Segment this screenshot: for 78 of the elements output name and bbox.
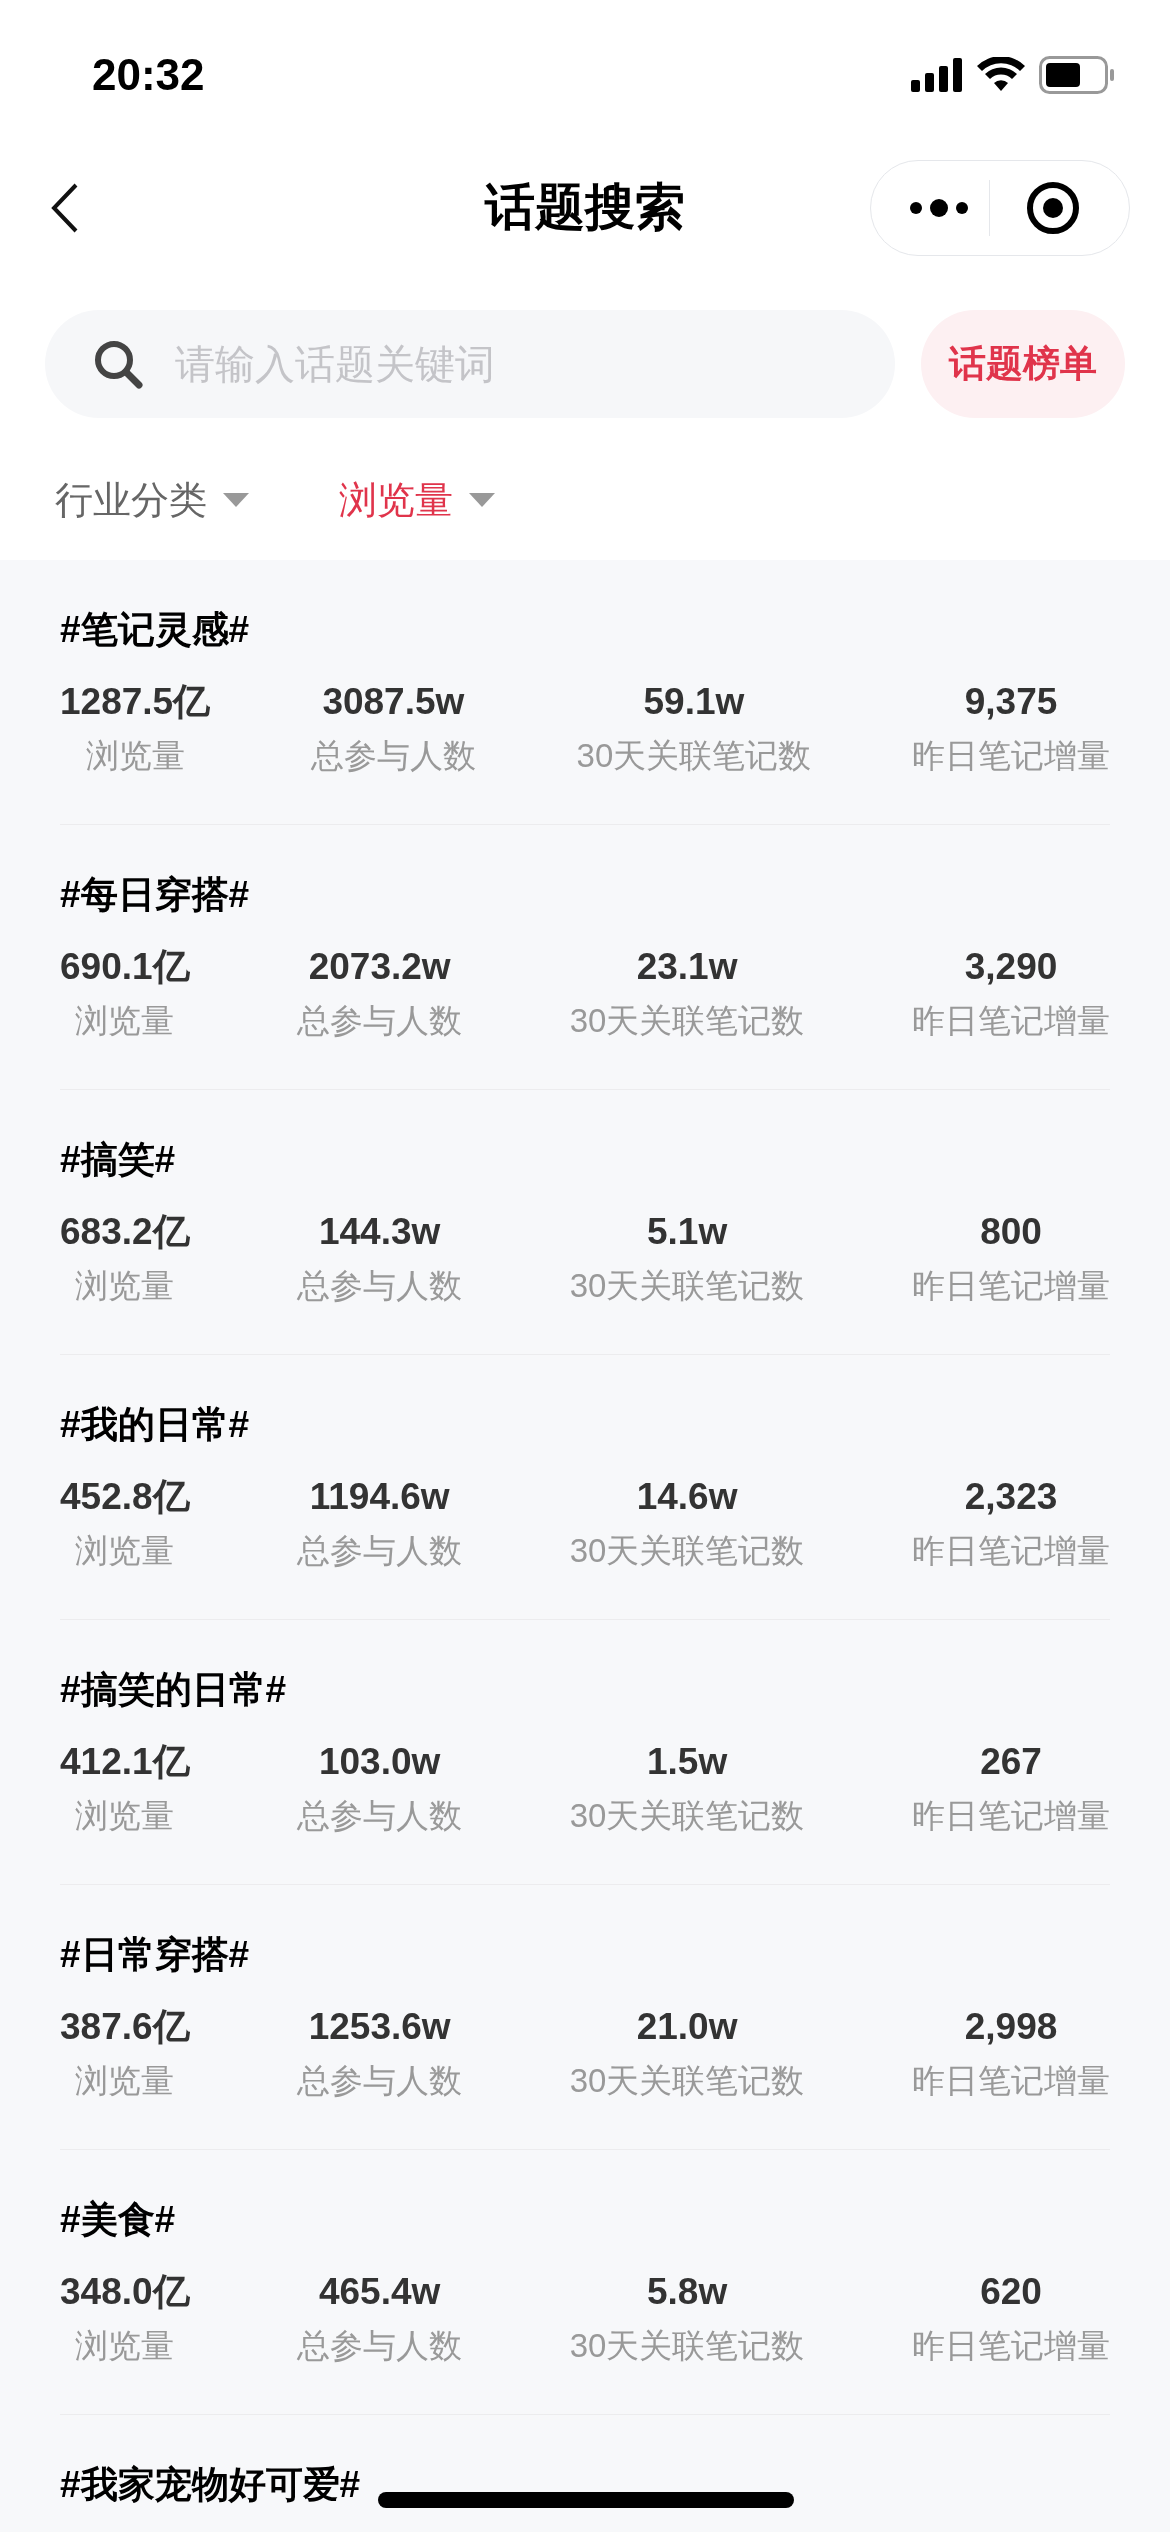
stat-value: 452.8亿 (60, 1475, 190, 1519)
stat-label: 总参与人数 (297, 1531, 463, 1571)
topic-title[interactable]: #日常穿搭# (60, 1931, 1110, 1979)
stat-label: 总参与人数 (297, 1001, 463, 1041)
stat-value: 465.4w (318, 2270, 441, 2314)
stat-label: 浏览量 (75, 1266, 175, 1306)
stat-value: 1.5w (646, 1740, 728, 1784)
stat-label: 浏览量 (75, 1001, 175, 1041)
battery-icon (1039, 56, 1115, 94)
dropdown-caret-icon (223, 493, 249, 507)
stat-label: 总参与人数 (297, 1266, 463, 1306)
more-icon[interactable] (909, 197, 969, 218)
stat-value: 21.0w (636, 2005, 738, 2049)
topic-title[interactable]: #搞笑的日常# (60, 1666, 1110, 1714)
topic-title[interactable]: #美食# (60, 2196, 1110, 2244)
stat-label: 昨日笔记增量 (912, 1001, 1110, 1041)
stat-value: 267 (980, 1740, 1042, 1784)
stat-label: 浏览量 (75, 1531, 175, 1571)
stat-value: 348.0亿 (60, 2270, 190, 2314)
stat-label: 浏览量 (85, 736, 185, 776)
stat-value: 1253.6w (308, 2005, 451, 2049)
stat-value: 9,375 (964, 680, 1058, 724)
stat-value: 59.1w (643, 680, 745, 724)
stat-label: 30天关联笔记数 (569, 2061, 805, 2101)
stat-value: 412.1亿 (60, 1740, 190, 1784)
topic-title[interactable]: #笔记灵感# (60, 606, 1110, 654)
topic-ranking-button[interactable]: 话题榜单 (921, 310, 1125, 418)
topic-title[interactable]: #我家宠物好可爱# (60, 2461, 1110, 2509)
stat-value: 1194.6w (309, 1475, 450, 1519)
stat-label: 30天关联笔记数 (576, 736, 812, 776)
stat-label: 昨日笔记增量 (912, 1531, 1110, 1571)
stat-value: 3087.5w (322, 680, 465, 724)
topic-title[interactable]: #搞笑# (60, 1136, 1110, 1184)
stat-label: 昨日笔记增量 (912, 736, 1110, 776)
topic-title[interactable]: #每日穿搭# (60, 871, 1110, 919)
stat-value: 2,323 (964, 1475, 1058, 1519)
signal-icon (911, 58, 963, 92)
stat-value: 103.0w (318, 1740, 441, 1784)
stat-label: 30天关联笔记数 (569, 1796, 805, 1836)
status-time: 20:32 (92, 49, 205, 101)
stat-label: 浏览量 (75, 1796, 175, 1836)
stat-label: 总参与人数 (297, 1796, 463, 1836)
stat-label: 总参与人数 (297, 2326, 463, 2366)
stat-label: 30天关联笔记数 (569, 1531, 805, 1571)
stat-value: 14.6w (636, 1475, 738, 1519)
stat-value: 3,290 (964, 945, 1058, 989)
stat-value: 1287.5亿 (60, 680, 211, 724)
stat-value: 5.8w (646, 2270, 728, 2314)
stat-value: 144.3w (318, 1210, 441, 1254)
filter-dropdown[interactable]: 行业分类 (55, 471, 249, 529)
stat-label: 30天关联笔记数 (569, 1266, 805, 1306)
stat-value: 387.6亿 (60, 2005, 190, 2049)
stat-label: 昨日笔记增量 (912, 2326, 1110, 2366)
stat-label: 浏览量 (75, 2326, 175, 2366)
search-icon (93, 339, 143, 389)
stat-value: 23.1w (636, 945, 738, 989)
back-icon[interactable] (50, 181, 80, 234)
close-target-icon[interactable] (1026, 180, 1080, 235)
stat-label: 30天关联笔记数 (569, 1001, 805, 1041)
wifi-icon (977, 57, 1025, 93)
stat-value: 2,998 (964, 2005, 1058, 2049)
stat-label: 30天关联笔记数 (569, 2326, 805, 2366)
stat-value: 2073.2w (308, 945, 451, 989)
stat-value: 620 (980, 2270, 1042, 2314)
stat-value: 5.1w (646, 1210, 728, 1254)
stat-label: 浏览量 (75, 2061, 175, 2101)
dropdown-caret-icon (469, 493, 495, 507)
stat-value: 690.1亿 (60, 945, 190, 989)
stat-value: 800 (980, 1210, 1042, 1254)
stat-label: 总参与人数 (310, 736, 476, 776)
stat-value: 683.2亿 (60, 1210, 190, 1254)
filter-dropdown[interactable]: 浏览量 (339, 471, 495, 529)
stat-label: 昨日笔记增量 (912, 1796, 1110, 1836)
stat-label: 昨日笔记增量 (912, 1266, 1110, 1306)
stat-label: 昨日笔记增量 (912, 2061, 1110, 2101)
topic-title[interactable]: #我的日常# (60, 1401, 1110, 1449)
stat-label: 总参与人数 (297, 2061, 463, 2101)
page-title: 话题搜索 (485, 178, 685, 237)
